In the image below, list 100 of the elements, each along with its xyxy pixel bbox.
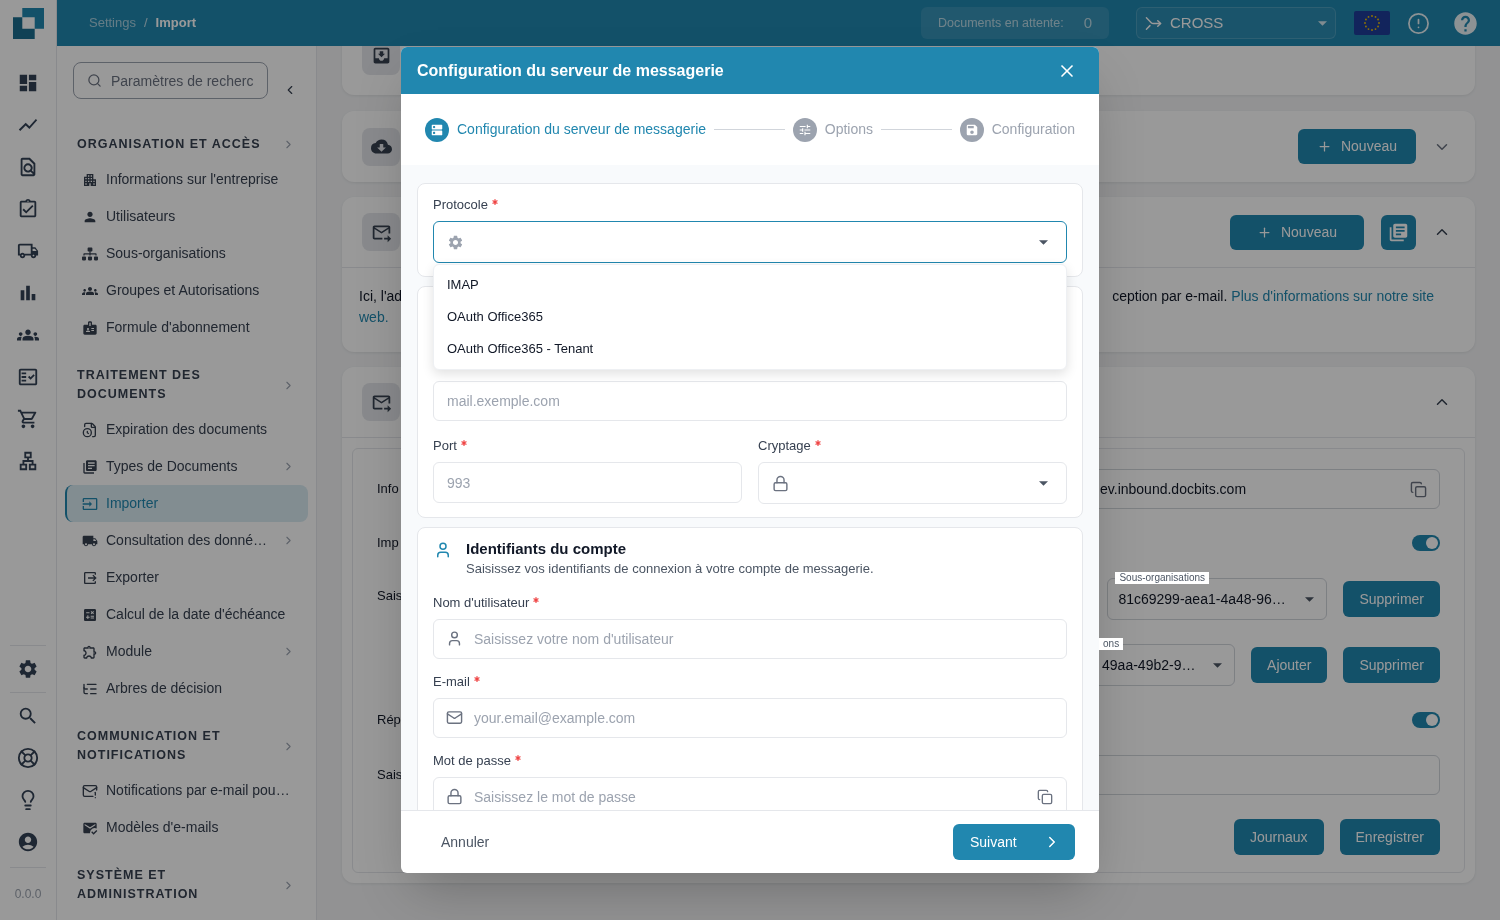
server-field[interactable]: mail.exemple.com xyxy=(433,381,1067,421)
website-link[interactable]: web. xyxy=(359,309,389,325)
dropdown-option[interactable]: OAuth Office365 xyxy=(434,301,1066,333)
documents-icon xyxy=(1388,221,1409,243)
action-button[interactable]: Supprimer xyxy=(1343,647,1440,683)
setting-label: Rép xyxy=(377,711,401,730)
step-tab[interactable]: Configuration du serveur de messagerie xyxy=(425,117,707,142)
sidebar-item[interactable]: Formule d'abonnement xyxy=(65,309,308,346)
sidebar-item[interactable]: Consultation des donné… xyxy=(65,522,308,559)
section-heading: Identifiants du compte xyxy=(466,540,627,558)
sidebar-item[interactable]: Sous-organisations xyxy=(65,235,308,272)
documents-icon xyxy=(82,458,98,475)
search-icon xyxy=(87,73,102,88)
floating-label: Sous-organisations xyxy=(1115,572,1209,584)
server-icon xyxy=(425,117,449,142)
description-text: Ici, l'ad xyxy=(359,287,403,306)
dropdown-option[interactable]: IMAP xyxy=(434,269,1066,301)
lock-icon xyxy=(446,788,463,805)
copy-icon[interactable] xyxy=(1037,789,1053,805)
field-label: E-mail xyxy=(433,673,470,691)
action-button[interactable]: Enregistrer xyxy=(1339,819,1440,855)
action-button[interactable]: Supprimer xyxy=(1343,581,1440,617)
settings-icon[interactable] xyxy=(17,658,39,680)
modal-title: Configuration du serveur de messagerie xyxy=(417,60,724,81)
email-field[interactable]: your.email@example.com xyxy=(433,698,1067,738)
clipboard-check-icon[interactable] xyxy=(17,198,39,220)
protocol-select[interactable] xyxy=(433,221,1067,263)
lifebuoy-icon[interactable] xyxy=(17,747,39,769)
help-icon[interactable] xyxy=(1452,9,1479,37)
action-button[interactable]: Journaux xyxy=(1233,819,1324,855)
search-field[interactable]: Paramètres de recherc xyxy=(73,62,268,99)
password-field[interactable]: Saisissez le mot de passe xyxy=(433,777,1067,810)
field-label: Mot de passe xyxy=(433,752,512,770)
sidebar-item[interactable]: Module xyxy=(65,633,308,670)
dashboard-icon[interactable] xyxy=(17,72,39,94)
next-button[interactable]: Suivant xyxy=(953,824,1075,860)
hierarchy-icon xyxy=(82,245,98,262)
import-icon xyxy=(82,495,98,512)
id-card-icon xyxy=(82,319,98,336)
dropdown-option[interactable]: OAuth Office365 - Tenant xyxy=(434,333,1066,365)
section-title: COMMUNICATION ET NOTIFICATIONS xyxy=(77,728,222,764)
field-label: Port xyxy=(433,437,457,455)
sidebar-item[interactable]: Informations sur l'entreprise xyxy=(65,161,308,198)
copy-icon[interactable] xyxy=(1410,480,1427,498)
sidebar-item[interactable]: Modèles d'e-mails xyxy=(65,809,308,846)
sidebar-item[interactable]: Expiration des documents xyxy=(65,411,308,448)
user-icon xyxy=(434,541,452,559)
network-icon[interactable] xyxy=(17,450,39,472)
cart-icon[interactable] xyxy=(17,408,39,430)
section-title: TRAITEMENT DES DOCUMENTS xyxy=(77,367,202,403)
puzzle-icon xyxy=(82,643,98,660)
documents-button[interactable] xyxy=(1381,214,1416,250)
search-icon[interactable] xyxy=(17,705,39,727)
cancel-button[interactable]: Annuler xyxy=(425,824,506,860)
version-label: 0.0.0 xyxy=(14,886,42,903)
caret-icon xyxy=(1213,662,1223,668)
toggle-switch[interactable] xyxy=(1412,712,1440,728)
sidebar-item[interactable]: Notifications par e-mail pou… xyxy=(65,772,308,809)
plus-icon xyxy=(1316,139,1332,154)
mail-alert-icon xyxy=(82,782,98,799)
field-label: Protocole xyxy=(433,196,488,214)
caret-icon xyxy=(1305,596,1315,602)
calculator-icon xyxy=(82,606,98,623)
document-check-icon[interactable] xyxy=(17,366,39,388)
sidebar-item[interactable]: Utilisateurs xyxy=(65,198,308,235)
sidebar-item[interactable]: Exporter xyxy=(65,559,308,596)
sidebar-item[interactable]: Groupes et Autorisations xyxy=(65,272,308,309)
website-link[interactable]: Plus d'informations sur notre site xyxy=(1231,286,1434,307)
caret-icon xyxy=(1039,480,1048,486)
sidebar-item[interactable]: Calcul de la date d'échéance xyxy=(65,596,308,633)
sidebar-item[interactable]: Arbres de décision xyxy=(65,670,308,707)
toggle-switch[interactable] xyxy=(1412,535,1440,551)
settings-icon xyxy=(447,233,464,251)
setting-label: Imp xyxy=(377,534,399,553)
document-clock-icon xyxy=(82,421,98,438)
caret-icon xyxy=(1318,20,1327,26)
new-button[interactable]: Nouveau xyxy=(1229,214,1364,250)
flag-icon[interactable] xyxy=(1354,11,1390,35)
section-title: SYSTÈME ET ADMINISTRATION xyxy=(77,866,200,903)
port-field[interactable]: 993 xyxy=(433,462,742,503)
mail-icon xyxy=(446,709,463,726)
section-title: ORGANISATION ET ACCÈS xyxy=(77,135,262,153)
field-label: Nom d'utilisateur xyxy=(433,594,530,612)
new-button[interactable]: Nouveau xyxy=(1297,129,1416,164)
setting-label: Sais xyxy=(377,587,403,606)
alert-icon[interactable] xyxy=(1407,11,1430,35)
sidebar-item[interactable]: Types de Documents xyxy=(65,448,308,485)
action-button[interactable]: Ajouter xyxy=(1251,647,1328,683)
export-icon xyxy=(82,569,98,586)
breadcrumb-separator: / xyxy=(144,14,148,33)
pending-documents-count: 0 xyxy=(1083,12,1092,33)
setting-label: Sais xyxy=(377,766,403,785)
username-field[interactable]: Saisissez votre nom d'utilisateur xyxy=(433,619,1067,659)
logo-icon[interactable] xyxy=(12,7,44,39)
setting-label: Info xyxy=(377,480,399,499)
cloud-download-icon xyxy=(362,127,400,166)
user-icon xyxy=(446,630,463,647)
caret-icon xyxy=(1039,239,1048,245)
breadcrumb-link[interactable]: Import xyxy=(155,13,197,33)
section-description: Saisissez vos identifiants de connexion à votre compte de messagerie. xyxy=(466,560,874,578)
